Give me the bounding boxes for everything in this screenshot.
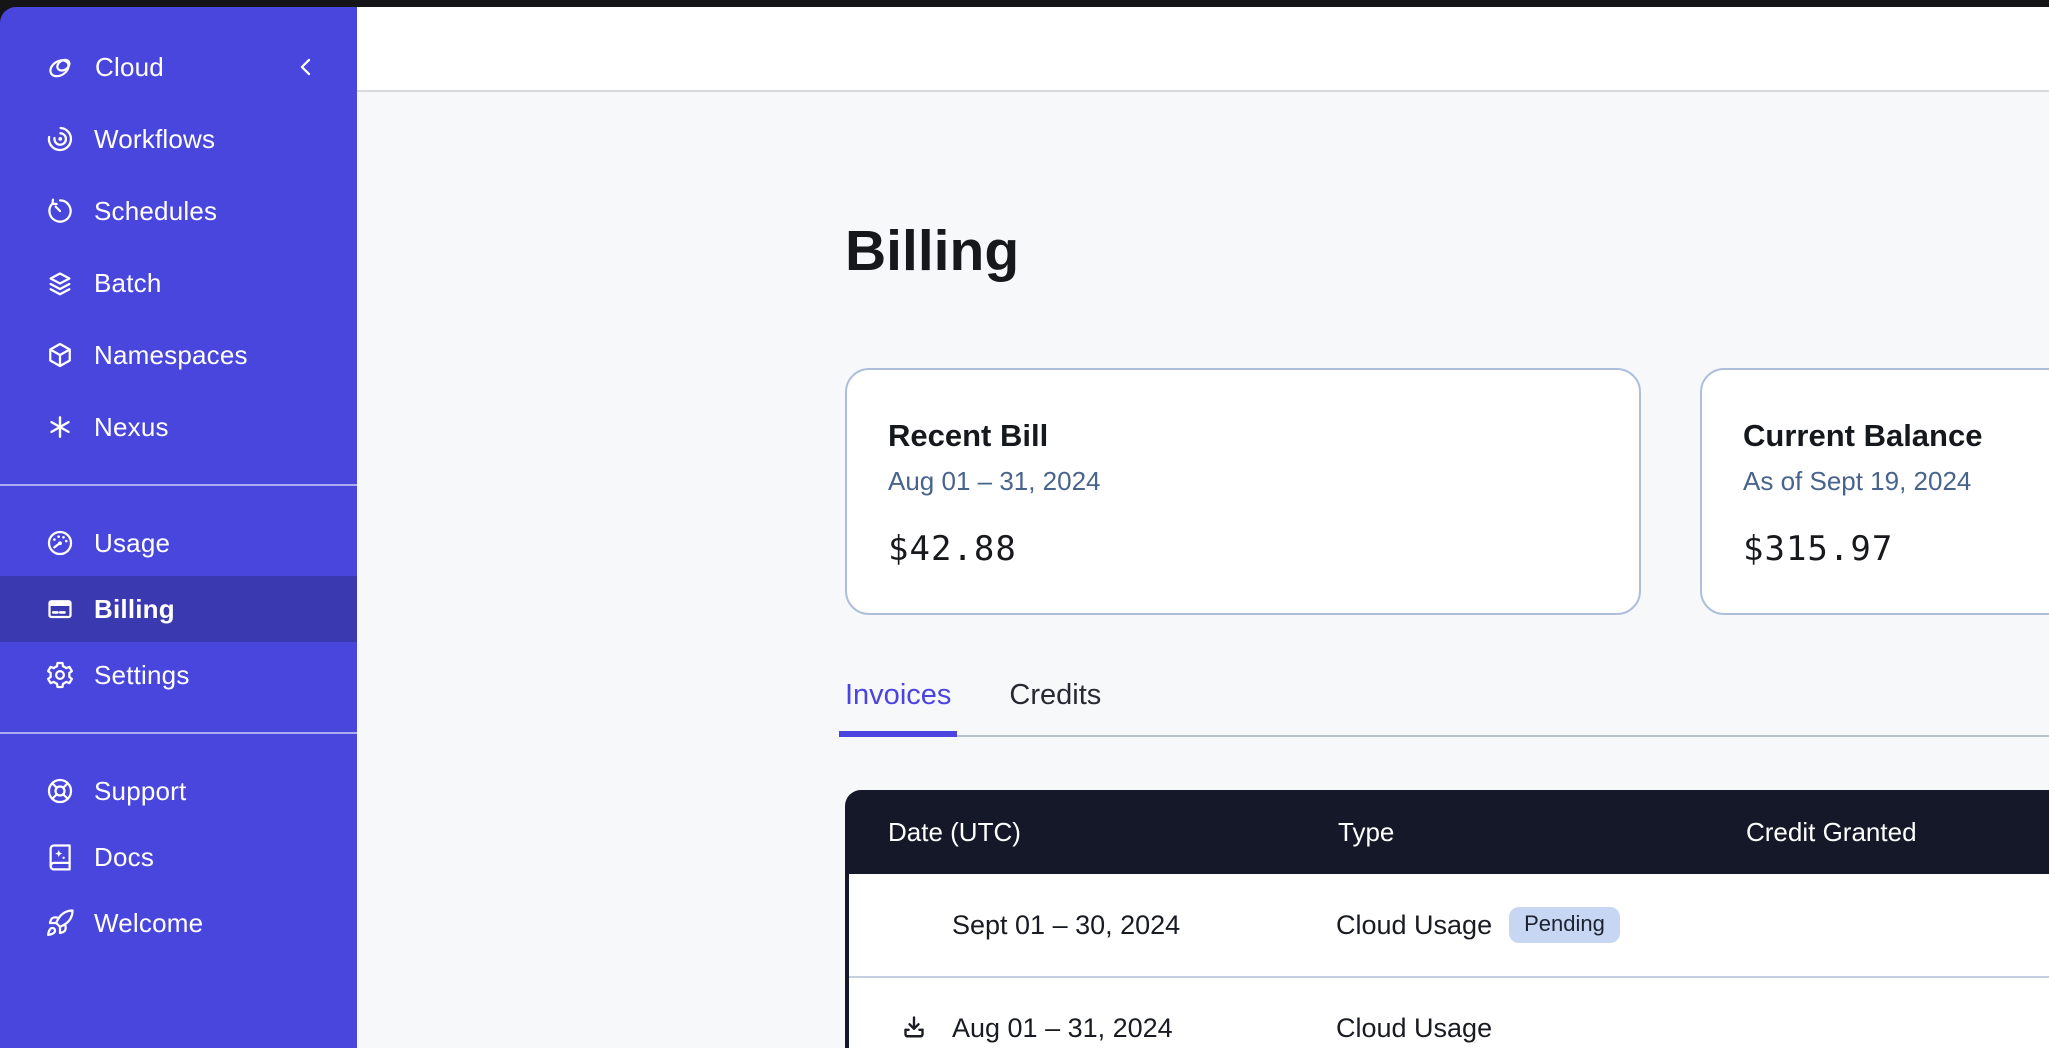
sidebar-item-schedules[interactable]: Schedules — [0, 175, 357, 247]
type-cell: Cloud Usage Pending — [1295, 907, 1703, 942]
sidebar-item-label: Billing — [94, 594, 175, 625]
tab-credits[interactable]: Credits — [1003, 679, 1107, 735]
sidebar-item-label: Namespaces — [94, 340, 248, 371]
sidebar-item-workflows[interactable]: Workflows — [0, 103, 357, 175]
invoice-date: Aug 01 – 31, 2024 — [952, 1013, 1173, 1044]
table-row: Aug 01 – 31, 2024 Cloud Usage — [849, 976, 2049, 1048]
billing-tabs: Invoices Credits — [845, 679, 2049, 737]
table-row: Sept 01 – 30, 2024 Cloud Usage Pending — [849, 874, 2049, 976]
welcome-rocket-icon — [45, 908, 75, 938]
main-area: Billing Recent Bill Aug 01 – 31, 2024 $4… — [357, 7, 2049, 1048]
workflows-spiral-icon — [45, 124, 75, 154]
card-amount: $315.97 — [1743, 529, 2049, 569]
batch-layers-icon — [45, 268, 75, 298]
sidebar-item-namespaces[interactable]: Namespaces — [0, 319, 357, 391]
sidebar-item-support[interactable]: Support — [0, 758, 357, 824]
sidebar-item-nexus[interactable]: Nexus — [0, 391, 357, 463]
product-name: Cloud — [95, 52, 164, 83]
temporal-logo-icon — [45, 52, 76, 83]
page-title: Billing — [845, 223, 2049, 280]
top-bar — [357, 7, 2049, 92]
sidebar-item-settings[interactable]: Settings — [0, 642, 357, 708]
card-amount: $42.88 — [888, 529, 1599, 569]
docs-book-icon — [45, 842, 75, 872]
table-body: Sept 01 – 30, 2024 Cloud Usage Pending — [845, 874, 2049, 1048]
billing-page: Billing Recent Bill Aug 01 – 31, 2024 $4… — [357, 92, 2049, 1048]
column-header-date: Date (UTC) — [845, 817, 1295, 848]
table-header: Date (UTC) Type Credit Granted — [845, 790, 2049, 874]
type-cell: Cloud Usage — [1295, 1013, 1703, 1044]
sidebar-nav-resources: Support Docs — [0, 758, 357, 956]
app-window: Cloud Workflows — [0, 7, 2049, 1048]
sidebar-item-docs[interactable]: Docs — [0, 824, 357, 890]
sidebar-item-batch[interactable]: Batch — [0, 247, 357, 319]
sidebar-collapse-button[interactable] — [289, 50, 323, 84]
card-title: Recent Bill — [888, 417, 1599, 456]
sidebar-item-label: Nexus — [94, 412, 169, 443]
support-lifebuoy-icon — [45, 776, 75, 806]
download-icon — [899, 1013, 929, 1043]
nexus-asterisk-icon — [45, 412, 75, 442]
sidebar-item-label: Welcome — [94, 908, 203, 939]
settings-gear-icon — [45, 660, 75, 690]
sidebar-divider — [0, 484, 357, 486]
download-invoice-button[interactable] — [892, 1013, 936, 1043]
usage-gauge-icon — [45, 528, 75, 558]
invoices-table: Date (UTC) Type Credit Granted Sept 01 –… — [845, 790, 2049, 1048]
sidebar: Cloud Workflows — [0, 7, 357, 1048]
tab-invoices[interactable]: Invoices — [839, 679, 957, 737]
namespaces-cube-icon — [45, 340, 75, 370]
sidebar-header: Cloud — [0, 31, 357, 103]
chevron-left-icon — [293, 54, 319, 80]
sidebar-item-label: Docs — [94, 842, 154, 873]
date-cell: Aug 01 – 31, 2024 — [849, 1013, 1295, 1044]
sidebar-divider — [0, 732, 357, 734]
schedules-clock-icon — [45, 196, 75, 226]
invoice-type: Cloud Usage — [1336, 910, 1492, 941]
invoice-type: Cloud Usage — [1336, 1013, 1492, 1044]
sidebar-nav-account: Usage Billing — [0, 510, 357, 708]
summary-cards: Recent Bill Aug 01 – 31, 2024 $42.88 Cur… — [845, 368, 2049, 615]
recent-bill-card: Recent Bill Aug 01 – 31, 2024 $42.88 — [845, 368, 1641, 615]
sidebar-item-billing[interactable]: Billing — [0, 576, 357, 642]
date-cell: Sept 01 – 30, 2024 — [849, 910, 1295, 941]
sidebar-item-label: Schedules — [94, 196, 217, 227]
status-badge: Pending — [1509, 907, 1620, 942]
sidebar-nav-primary: Workflows Schedules — [0, 103, 357, 463]
sidebar-item-label: Settings — [94, 660, 190, 691]
sidebar-item-usage[interactable]: Usage — [0, 510, 357, 576]
current-balance-card: Current Balance As of Sept 19, 2024 $315… — [1700, 368, 2049, 615]
card-period: Aug 01 – 31, 2024 — [888, 465, 1599, 499]
card-period: As of Sept 19, 2024 — [1743, 465, 2049, 499]
sidebar-item-label: Usage — [94, 528, 170, 559]
column-header-type: Type — [1295, 817, 1703, 848]
column-header-credit-granted: Credit Granted — [1703, 817, 2049, 848]
card-title: Current Balance — [1743, 417, 2049, 456]
sidebar-item-label: Workflows — [94, 124, 215, 155]
sidebar-item-label: Batch — [94, 268, 162, 299]
invoice-date: Sept 01 – 30, 2024 — [952, 910, 1180, 941]
sidebar-item-welcome[interactable]: Welcome — [0, 890, 357, 956]
sidebar-item-label: Support — [94, 776, 186, 807]
billing-credit-card-icon — [45, 594, 75, 624]
